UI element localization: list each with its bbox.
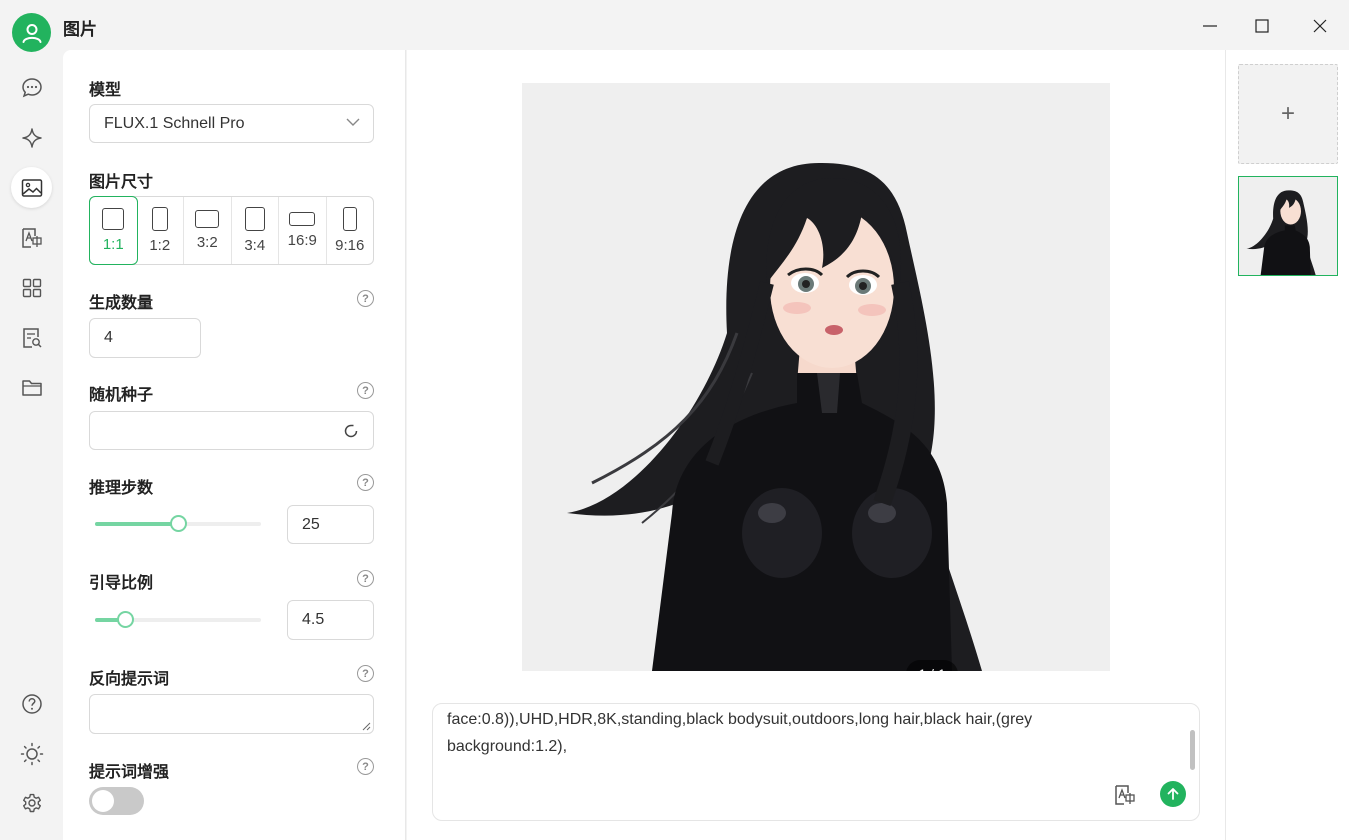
aspect-square-icon (102, 208, 125, 230)
prompt-line: background:1.2), (447, 738, 568, 755)
size-option-label: 3:2 (196, 234, 218, 251)
history-thumbnail[interactable] (1238, 176, 1338, 276)
size-option-label: 16:9 (287, 232, 317, 249)
guidance-label: 引导比例 (89, 575, 154, 592)
seed-label: 随机种子 (89, 387, 154, 404)
negative-prompt-textarea[interactable] (89, 694, 374, 734)
toggle-knob (92, 790, 114, 812)
sidebar-item-translate[interactable] (11, 217, 52, 258)
sidebar-item-assistant[interactable] (11, 117, 52, 158)
size-option-9-16[interactable]: 9:16 (327, 197, 374, 264)
arrow-up-icon (1167, 788, 1179, 800)
sidebar-item-files[interactable] (11, 367, 52, 408)
size-option-3-2[interactable]: 3:2 (184, 197, 232, 264)
close-button[interactable] (1300, 8, 1340, 44)
chevron-down-icon (346, 118, 360, 126)
sidebar-item-theme[interactable] (11, 733, 52, 774)
size-option-label: 1:2 (149, 237, 171, 254)
sidebar (0, 50, 63, 840)
guidance-input[interactable]: 4.5 (287, 600, 374, 640)
steps-slider-fill (95, 522, 178, 526)
aspect-tall-icon (342, 207, 357, 231)
help-icon[interactable]: ? (357, 570, 374, 587)
size-option-1-2[interactable]: 1:2 (137, 197, 184, 264)
page-title: 图片 (63, 20, 97, 39)
sidebar-item-apps[interactable] (11, 267, 52, 308)
size-option-label: 3:4 (244, 237, 266, 254)
main-area: 1 / 1 face:0.8)),UHD,HDR,8K,standing,bla… (407, 50, 1225, 840)
count-input[interactable]: 4 (89, 318, 201, 358)
image-size-selector: 1:1 1:2 3:2 3:4 16:9 9:16 (89, 196, 374, 265)
generated-image[interactable]: 1 / 1 (522, 83, 1110, 671)
steps-label: 推理步数 (89, 480, 154, 497)
model-select[interactable]: FLUX.1 Schnell Pro (89, 104, 374, 143)
help-icon (21, 693, 42, 714)
maximize-icon (1255, 19, 1269, 33)
minimize-icon (1203, 25, 1217, 27)
user-icon (22, 23, 41, 43)
prompt-enhance-toggle[interactable] (89, 787, 144, 815)
title-bar: 图片 (0, 0, 1349, 52)
document-search-icon (22, 327, 42, 348)
folder-icon (21, 379, 42, 396)
prompt-enhance-label: 提示词增强 (89, 764, 170, 781)
guidance-slider-thumb[interactable] (116, 611, 134, 628)
sidebar-item-settings[interactable] (11, 782, 52, 823)
size-option-16-9[interactable]: 16:9 (279, 197, 327, 264)
theme-sun-icon (20, 742, 43, 765)
seed-input[interactable] (89, 411, 374, 450)
guidance-slider[interactable] (95, 611, 261, 628)
negative-prompt-label: 反向提示词 (89, 671, 170, 688)
aspect-wide-icon (289, 212, 316, 226)
prompt-line: face:0.8)),UHD,HDR,8K,standing,black bod… (447, 711, 1033, 728)
maximize-button[interactable] (1242, 8, 1282, 44)
portrait-illustration (522, 83, 1110, 671)
model-label: 模型 (89, 82, 122, 99)
prompt-text[interactable]: face:0.8)),UHD,HDR,8K,standing,black bod… (447, 706, 1167, 760)
close-icon (1313, 19, 1327, 33)
new-image-button[interactable]: + (1238, 64, 1338, 164)
count-label: 生成数量 (89, 295, 154, 312)
help-icon[interactable]: ? (357, 382, 374, 399)
model-select-value: FLUX.1 Schnell Pro (104, 114, 245, 132)
translate-icon (21, 227, 42, 248)
settings-panel: 模型 FLUX.1 Schnell Pro 图片尺寸 1:1 1:2 3:2 3… (63, 50, 406, 840)
size-option-3-4[interactable]: 3:4 (232, 197, 279, 264)
refresh-icon[interactable] (343, 423, 359, 439)
steps-input[interactable]: 25 (287, 505, 374, 544)
apps-grid-icon (22, 278, 41, 297)
history-sidebar: + (1225, 50, 1349, 840)
help-icon[interactable]: ? (357, 665, 374, 682)
sidebar-item-image[interactable] (11, 167, 52, 208)
chat-icon (21, 77, 42, 97)
image-counter: 1 / 1 (906, 660, 958, 671)
aspect-portrait-icon (151, 207, 168, 231)
size-option-label: 1:1 (102, 236, 124, 253)
prompt-scrollbar[interactable] (1190, 730, 1195, 770)
user-avatar[interactable] (12, 13, 51, 52)
plus-icon: + (1280, 100, 1295, 127)
resize-handle-icon[interactable] (361, 721, 371, 731)
send-button[interactable] (1160, 781, 1186, 807)
size-option-label: 9:16 (335, 237, 365, 254)
help-icon[interactable]: ? (357, 290, 374, 307)
thumbnail-image (1239, 177, 1337, 275)
settings-gear-icon (22, 793, 41, 812)
minimize-button[interactable] (1190, 8, 1230, 44)
image-size-label: 图片尺寸 (89, 174, 154, 191)
sidebar-item-help[interactable] (11, 683, 52, 724)
sidebar-item-chat[interactable] (11, 67, 52, 108)
translate-icon[interactable] (1114, 784, 1136, 806)
image-icon (21, 178, 42, 197)
aspect-landscape-icon (195, 210, 220, 228)
sidebar-item-documents[interactable] (11, 317, 52, 358)
size-option-1-1[interactable]: 1:1 (89, 196, 138, 265)
help-icon[interactable]: ? (357, 758, 374, 775)
sparkle-icon (21, 127, 42, 148)
prompt-input[interactable]: face:0.8)),UHD,HDR,8K,standing,black bod… (432, 703, 1200, 821)
help-icon[interactable]: ? (357, 474, 374, 491)
steps-slider-thumb[interactable] (170, 515, 187, 532)
aspect-portrait-icon (244, 207, 265, 231)
steps-slider[interactable] (95, 515, 261, 532)
